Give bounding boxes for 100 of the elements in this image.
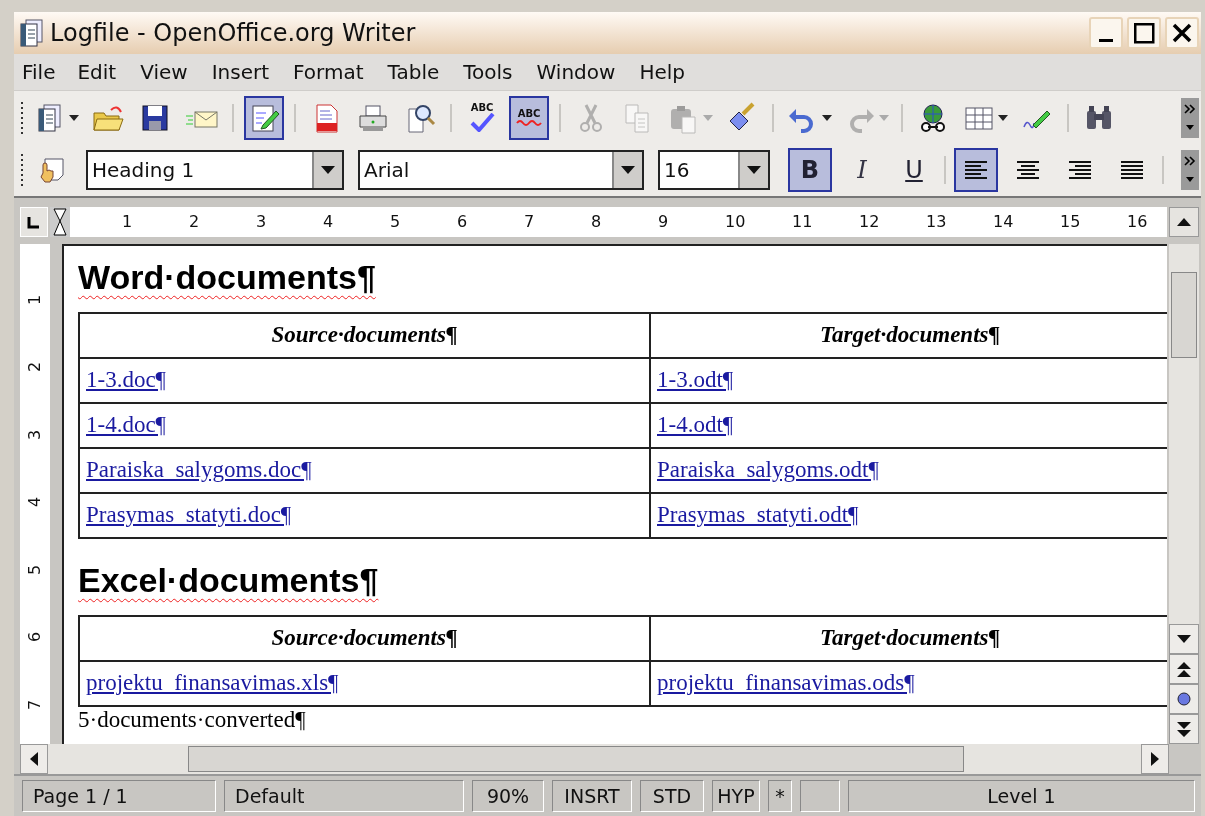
file-link[interactable]: projektu_finansavimas.ods¶: [657, 666, 915, 701]
close-icon: [1172, 23, 1192, 43]
toolbar-button[interactable]: ABC: [462, 95, 502, 140]
menu-item[interactable]: Tools: [451, 57, 525, 87]
toolbar-button[interactable]: [244, 95, 284, 140]
combo-box[interactable]: 16: [658, 150, 770, 190]
column-header: Target·documents¶: [820, 624, 1000, 653]
ruler-number: 1: [122, 214, 134, 230]
app-icon: [18, 18, 46, 48]
ruler-number: 11: [792, 214, 814, 230]
minimize-button[interactable]: [1089, 17, 1123, 49]
format-button[interactable]: B: [788, 148, 832, 192]
file-link[interactable]: 1-4.odt¶: [657, 408, 734, 443]
ruler-number: 12: [859, 214, 881, 230]
horizontal-ruler[interactable]: 1 2 3 4 5 6 7 8 9 10 11 12 13 14 15 16: [50, 207, 1167, 237]
scroll-right-button[interactable]: [1141, 744, 1169, 774]
file-link[interactable]: 1-3.odt¶: [657, 363, 734, 398]
ruler-number: 10: [725, 214, 747, 230]
ruler-number: 5: [27, 564, 43, 575]
file-link[interactable]: 1-4.doc¶: [86, 408, 167, 443]
align-center-icon: [1017, 161, 1039, 179]
ruler-number: 9: [658, 214, 670, 230]
ruler-number: 2: [189, 214, 201, 230]
format-button[interactable]: U: [892, 148, 936, 192]
left-arrow-icon: [30, 752, 38, 766]
scroll-down-button[interactable]: [1169, 624, 1199, 654]
ruler-number: 4: [323, 214, 335, 230]
double-up-arrow-icon: [1177, 661, 1191, 677]
file-link[interactable]: Prasymas_statyti.doc¶: [86, 498, 292, 533]
close-button[interactable]: [1165, 17, 1199, 49]
status-field: INSRT: [552, 780, 632, 812]
menu-item[interactable]: Window: [524, 57, 628, 87]
maximize-button[interactable]: [1127, 17, 1161, 49]
toolbar-grip[interactable]: [20, 153, 24, 187]
file-link[interactable]: 1-3.doc¶: [86, 363, 167, 398]
circle-icon: [1177, 692, 1191, 706]
status-field: STD: [640, 780, 704, 812]
menu-item[interactable]: Help: [627, 57, 697, 87]
ruler-number: 7: [524, 214, 536, 230]
combo-box[interactable]: Heading 1: [86, 150, 344, 190]
next-page-button[interactable]: [1169, 714, 1199, 744]
ruler-number: 13: [926, 214, 948, 230]
menu-item[interactable]: Edit: [65, 57, 129, 87]
file-link[interactable]: Paraiska_salygoms.doc¶: [86, 453, 312, 488]
previous-page-button[interactable]: [1169, 654, 1199, 684]
dropdown-button[interactable]: [312, 152, 342, 188]
status-field: HYP: [712, 780, 760, 812]
maximize-icon: [1133, 22, 1155, 44]
column-header: Source·documents¶: [271, 321, 458, 350]
caret-icon: [621, 166, 635, 174]
scroll-thumb[interactable]: [188, 746, 964, 772]
overflow-button[interactable]: [1181, 97, 1199, 138]
hourglass-icon: [53, 208, 67, 236]
toolbar-grip[interactable]: [20, 100, 24, 135]
double-down-arrow-icon: [1177, 721, 1191, 737]
menu-item[interactable]: File: [20, 57, 66, 87]
align-right-icon: [1069, 161, 1091, 179]
ruler-number: 15: [1060, 214, 1082, 230]
ruler-number: 7: [27, 699, 43, 710]
dropdown-button[interactable]: [738, 152, 768, 188]
toolbar-button[interactable]: ABC: [509, 95, 549, 140]
scroll-left-button[interactable]: [20, 744, 48, 774]
ruler-number: 3: [256, 214, 268, 230]
menu-item[interactable]: Format: [281, 57, 376, 87]
indent-marker[interactable]: [50, 207, 70, 237]
ruler-number: 1: [27, 294, 43, 305]
navigator-button[interactable]: [1169, 684, 1199, 714]
status-field: Default: [224, 780, 464, 812]
menu-item[interactable]: View: [128, 57, 200, 87]
horizontal-scrollbar[interactable]: [20, 744, 1169, 774]
status-field: 90%: [472, 780, 544, 812]
status-field: [800, 780, 840, 812]
column-header: Target·documents¶: [820, 321, 1000, 350]
scroll-up-button[interactable]: [1169, 207, 1199, 237]
file-link[interactable]: Prasymas_statyti.odt¶: [657, 498, 859, 533]
status-field: Level 1: [848, 780, 1195, 812]
ruler-number: 3: [27, 429, 43, 440]
format-button[interactable]: I: [840, 148, 884, 192]
scroll-thumb[interactable]: [1171, 272, 1197, 358]
minimize-icon: [1099, 39, 1113, 42]
ruler-number: 5: [390, 214, 402, 230]
paragraph: 5·documents·converted¶: [78, 707, 307, 733]
dropdown-button[interactable]: [612, 152, 642, 188]
up-arrow-icon: [1177, 218, 1191, 226]
menu-item[interactable]: Insert: [199, 57, 282, 87]
file-link[interactable]: projektu_finansavimas.xls¶: [86, 666, 339, 701]
combo-box[interactable]: Arial: [358, 150, 644, 190]
align-left-button[interactable]: [954, 148, 998, 192]
caret-icon: [321, 166, 335, 174]
overflow-button[interactable]: [1181, 150, 1199, 190]
heading: Excel·documents¶: [78, 560, 380, 601]
icon-label: ABC: [470, 103, 494, 113]
icon-label: ABC: [517, 109, 541, 119]
file-link[interactable]: Paraiska_salygoms.odt¶: [657, 453, 879, 488]
ruler-number: 4: [27, 497, 43, 508]
checkmark-icon: [469, 113, 495, 132]
menu-item[interactable]: Table: [375, 57, 452, 87]
window-title: Logfile - OpenOffice.org Writer: [50, 18, 417, 49]
vertical-scrollbar[interactable]: [1169, 244, 1199, 744]
tab-stop-button[interactable]: [20, 207, 48, 237]
